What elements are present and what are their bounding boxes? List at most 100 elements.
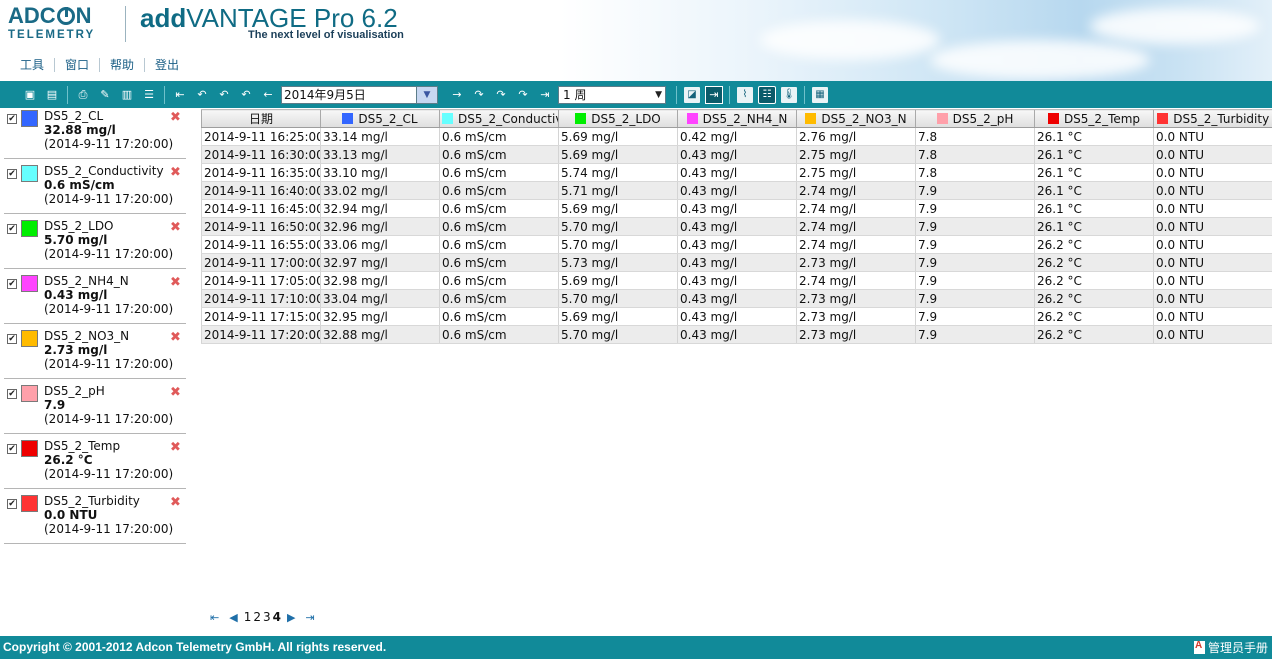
forward-1-day-icon[interactable]: ↷ — [471, 87, 487, 103]
column-header-no3[interactable]: DS5_2_NO3_N — [796, 109, 916, 128]
sensor-checkbox[interactable]: ✔ — [7, 334, 17, 344]
table-cell: 0.0 NTU — [1153, 127, 1272, 146]
remove-sensor-icon[interactable]: ✖ — [170, 220, 181, 235]
go-to-end-icon[interactable]: ⇥ — [705, 85, 723, 104]
previous-icon[interactable]: ← — [260, 87, 276, 103]
table-cell: 0.6 mS/cm — [439, 127, 559, 146]
table-cell: 26.1 °C — [1034, 127, 1154, 146]
back-1-day-icon[interactable]: ↶ — [238, 87, 254, 103]
table-cell: 26.2 °C — [1034, 235, 1154, 254]
next-page-icon[interactable]: ▶ — [287, 611, 295, 624]
sensor-color-swatch[interactable] — [21, 275, 38, 292]
back-7-days-icon[interactable]: ↶ — [216, 87, 232, 103]
table-cell: 0.6 mS/cm — [439, 325, 559, 344]
sensor-color-swatch[interactable] — [21, 220, 38, 237]
page-number-current[interactable]: 4 — [272, 610, 282, 624]
sensor-checkbox[interactable]: ✔ — [7, 114, 17, 124]
table-cell: 33.04 mg/l — [320, 289, 440, 308]
forward-7-days-icon[interactable]: ↷ — [493, 87, 509, 103]
sensor-color-swatch[interactable] — [21, 110, 38, 127]
pdf-export-icon[interactable]: ✎ — [97, 87, 113, 103]
date-input[interactable]: 2014年9月5日 — [281, 85, 417, 104]
sensor-checkbox[interactable]: ✔ — [7, 224, 17, 234]
sensor-checkbox[interactable]: ✔ — [7, 389, 17, 399]
column-header-ldo[interactable]: DS5_2_LDO — [558, 109, 678, 128]
sensor-color-swatch[interactable] — [21, 330, 38, 347]
date-picker-dropdown-icon[interactable]: ▼ — [417, 85, 438, 104]
table-cell: 0.6 mS/cm — [439, 199, 559, 218]
logo-text-end: N — [75, 3, 92, 28]
last-page-icon[interactable]: ⇥ — [305, 611, 314, 624]
statistics-icon[interactable]: ▦ — [812, 86, 828, 103]
table-cell: 0.6 mS/cm — [439, 217, 559, 236]
series-color-swatch — [1157, 112, 1169, 124]
sensor-color-swatch[interactable] — [21, 385, 38, 402]
menu-logout[interactable]: 登出 — [144, 58, 189, 72]
table-cell: 0.6 mS/cm — [439, 163, 559, 182]
column-header-ph[interactable]: DS5_2_pH — [915, 109, 1035, 128]
table-cell: 5.69 mg/l — [558, 199, 678, 218]
column-header-conductivity[interactable]: DS5_2_Conductivity — [439, 109, 559, 128]
table-body: 2014-9-11 16:25:00 33.14 mg/l 0.6 mS/cm 5.6… — [201, 127, 1272, 344]
column-header-temp[interactable]: DS5_2_Temp — [1034, 109, 1154, 128]
admin-manual-link[interactable]: 管理员手册 — [1193, 639, 1268, 656]
sensor-item: ✔ DS5_2_NH4_N 0.43 mg/l (2014-9-11 17:20… — [4, 273, 186, 324]
table-cell: 0.6 mS/cm — [439, 235, 559, 254]
table-cell: 33.10 mg/l — [320, 163, 440, 182]
first-period-icon[interactable]: ⇤ — [172, 87, 188, 103]
remove-sensor-icon[interactable]: ✖ — [170, 440, 181, 455]
sensor-list: ✔ DS5_2_CL 32.88 mg/l (2014-9-11 17:20:0… — [0, 108, 192, 628]
csv-export-icon[interactable]: ▥ — [119, 87, 135, 103]
thermometer-icon[interactable]: 🌡 — [781, 86, 797, 103]
table-cell: 32.94 mg/l — [320, 199, 440, 218]
table-cell: 7.8 — [915, 127, 1035, 146]
series-color-swatch — [686, 112, 698, 124]
print-icon[interactable]: ⎙ — [75, 87, 91, 103]
menu-tools[interactable]: 工具 — [10, 58, 54, 72]
report-icon[interactable]: ☰ — [141, 87, 157, 103]
save-as-icon[interactable]: ▤ — [44, 87, 60, 103]
period-select[interactable]: 1 周 ▼ — [558, 85, 666, 104]
table-cell: 2.75 mg/l — [796, 145, 916, 164]
remove-sensor-icon[interactable]: ✖ — [170, 165, 181, 180]
column-header-turbidity[interactable]: DS5_2_Turbidity — [1153, 109, 1272, 128]
column-header-nh4[interactable]: DS5_2_NH4_N — [677, 109, 797, 128]
remove-sensor-icon[interactable]: ✖ — [170, 495, 181, 510]
remove-sensor-icon[interactable]: ✖ — [170, 110, 181, 125]
table-cell: 0.43 mg/l — [677, 253, 797, 272]
first-page-icon[interactable]: ⇤ — [210, 611, 219, 624]
column-header-cl[interactable]: DS5_2_CL — [320, 109, 440, 128]
table-view-icon[interactable]: ☷ — [758, 85, 776, 104]
table-cell: 0.0 NTU — [1153, 253, 1272, 272]
page-number[interactable]: 3 — [262, 610, 272, 624]
graph-view-icon[interactable]: ⌇ — [737, 86, 753, 103]
table-row: 2014-9-11 17:05:00 32.98 mg/l 0.6 mS/cm 5.6… — [201, 271, 1272, 290]
page-number[interactable]: 1 — [243, 610, 253, 624]
next-icon[interactable]: → — [449, 87, 465, 103]
sensor-checkbox[interactable]: ✔ — [7, 169, 17, 179]
sensor-checkbox[interactable]: ✔ — [7, 499, 17, 509]
menu-help[interactable]: 帮助 — [99, 58, 144, 72]
chart-zoom-icon[interactable]: ◪ — [684, 86, 700, 103]
forward-30-days-icon[interactable]: ↷ — [515, 87, 531, 103]
previous-page-icon[interactable]: ◀ — [229, 611, 237, 624]
sensor-checkbox[interactable]: ✔ — [7, 279, 17, 289]
page-number[interactable]: 2 — [252, 610, 262, 624]
column-header-date[interactable]: 日期 — [201, 109, 321, 128]
back-30-days-icon[interactable]: ↶ — [194, 87, 210, 103]
adcon-logo: ADC N TELEMETRY — [8, 4, 112, 42]
table-cell: 0.6 mS/cm — [439, 253, 559, 272]
sensor-checkbox[interactable]: ✔ — [7, 444, 17, 454]
table-cell: 32.98 mg/l — [320, 271, 440, 290]
table-cell: 0.6 mS/cm — [439, 307, 559, 326]
save-icon[interactable]: ▣ — [22, 87, 38, 103]
table-row: 2014-9-11 16:50:00 32.96 mg/l 0.6 mS/cm 5.7… — [201, 217, 1272, 236]
last-period-icon[interactable]: ⇥ — [537, 87, 553, 103]
sensor-color-swatch[interactable] — [21, 495, 38, 512]
menu-window[interactable]: 窗口 — [54, 58, 99, 72]
sensor-color-swatch[interactable] — [21, 440, 38, 457]
sensor-color-swatch[interactable] — [21, 165, 38, 182]
remove-sensor-icon[interactable]: ✖ — [170, 385, 181, 400]
remove-sensor-icon[interactable]: ✖ — [170, 275, 181, 290]
remove-sensor-icon[interactable]: ✖ — [170, 330, 181, 345]
